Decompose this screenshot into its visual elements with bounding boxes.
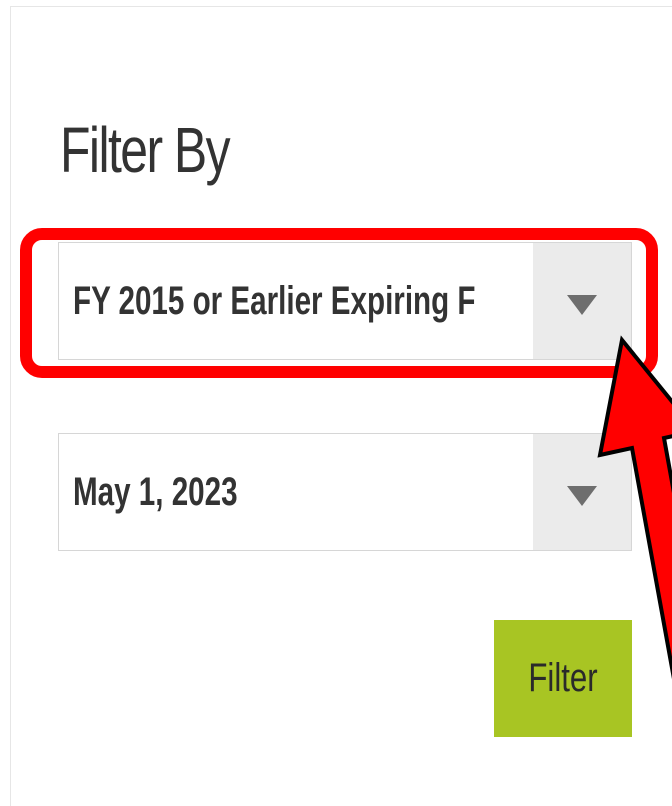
- filter-button-label: Filter: [528, 656, 598, 700]
- fiscal-year-select[interactable]: FY 2015 or Earlier Expiring F: [58, 242, 632, 360]
- date-select-toggle[interactable]: [533, 434, 631, 550]
- fiscal-year-select-value: FY 2015 or Earlier Expiring F: [73, 279, 476, 323]
- date-select-value: May 1, 2023: [73, 470, 238, 514]
- triangle-down-icon: [567, 295, 597, 315]
- triangle-down-icon: [567, 486, 597, 506]
- filter-button[interactable]: Filter: [494, 620, 632, 737]
- date-select[interactable]: May 1, 2023: [58, 433, 632, 551]
- filter-heading: Filter By: [60, 114, 231, 186]
- fiscal-year-select-toggle[interactable]: [533, 243, 631, 359]
